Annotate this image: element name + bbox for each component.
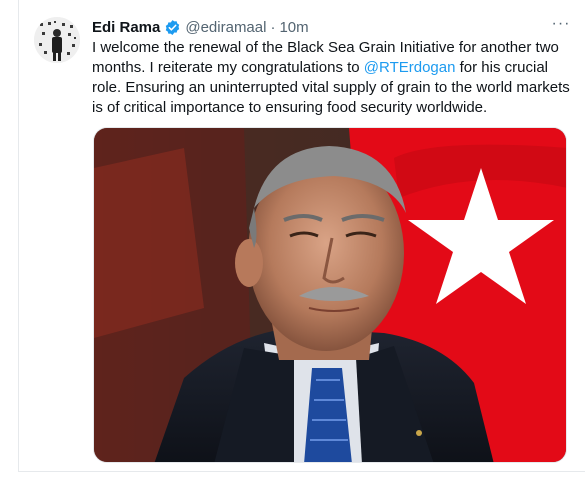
tweet-photo[interactable]: [93, 127, 567, 463]
tweet-timestamp[interactable]: 10m: [279, 19, 308, 36]
tweet-header: Edi Rama @ediramaal · 10m: [92, 17, 309, 37]
tweet-text: I welcome the renewal of the Black Sea G…: [92, 38, 570, 118]
verified-badge-icon: [164, 19, 181, 36]
author-handle[interactable]: @ediramaal: [185, 19, 266, 36]
author-avatar[interactable]: [34, 17, 80, 63]
photo-image: [94, 128, 566, 462]
header-separator: ·: [270, 18, 276, 36]
author-name[interactable]: Edi Rama: [92, 19, 160, 36]
avatar-image: [34, 17, 80, 63]
more-options-icon[interactable]: ···: [549, 16, 573, 37]
mention-link[interactable]: @RTErdogan: [364, 59, 456, 76]
